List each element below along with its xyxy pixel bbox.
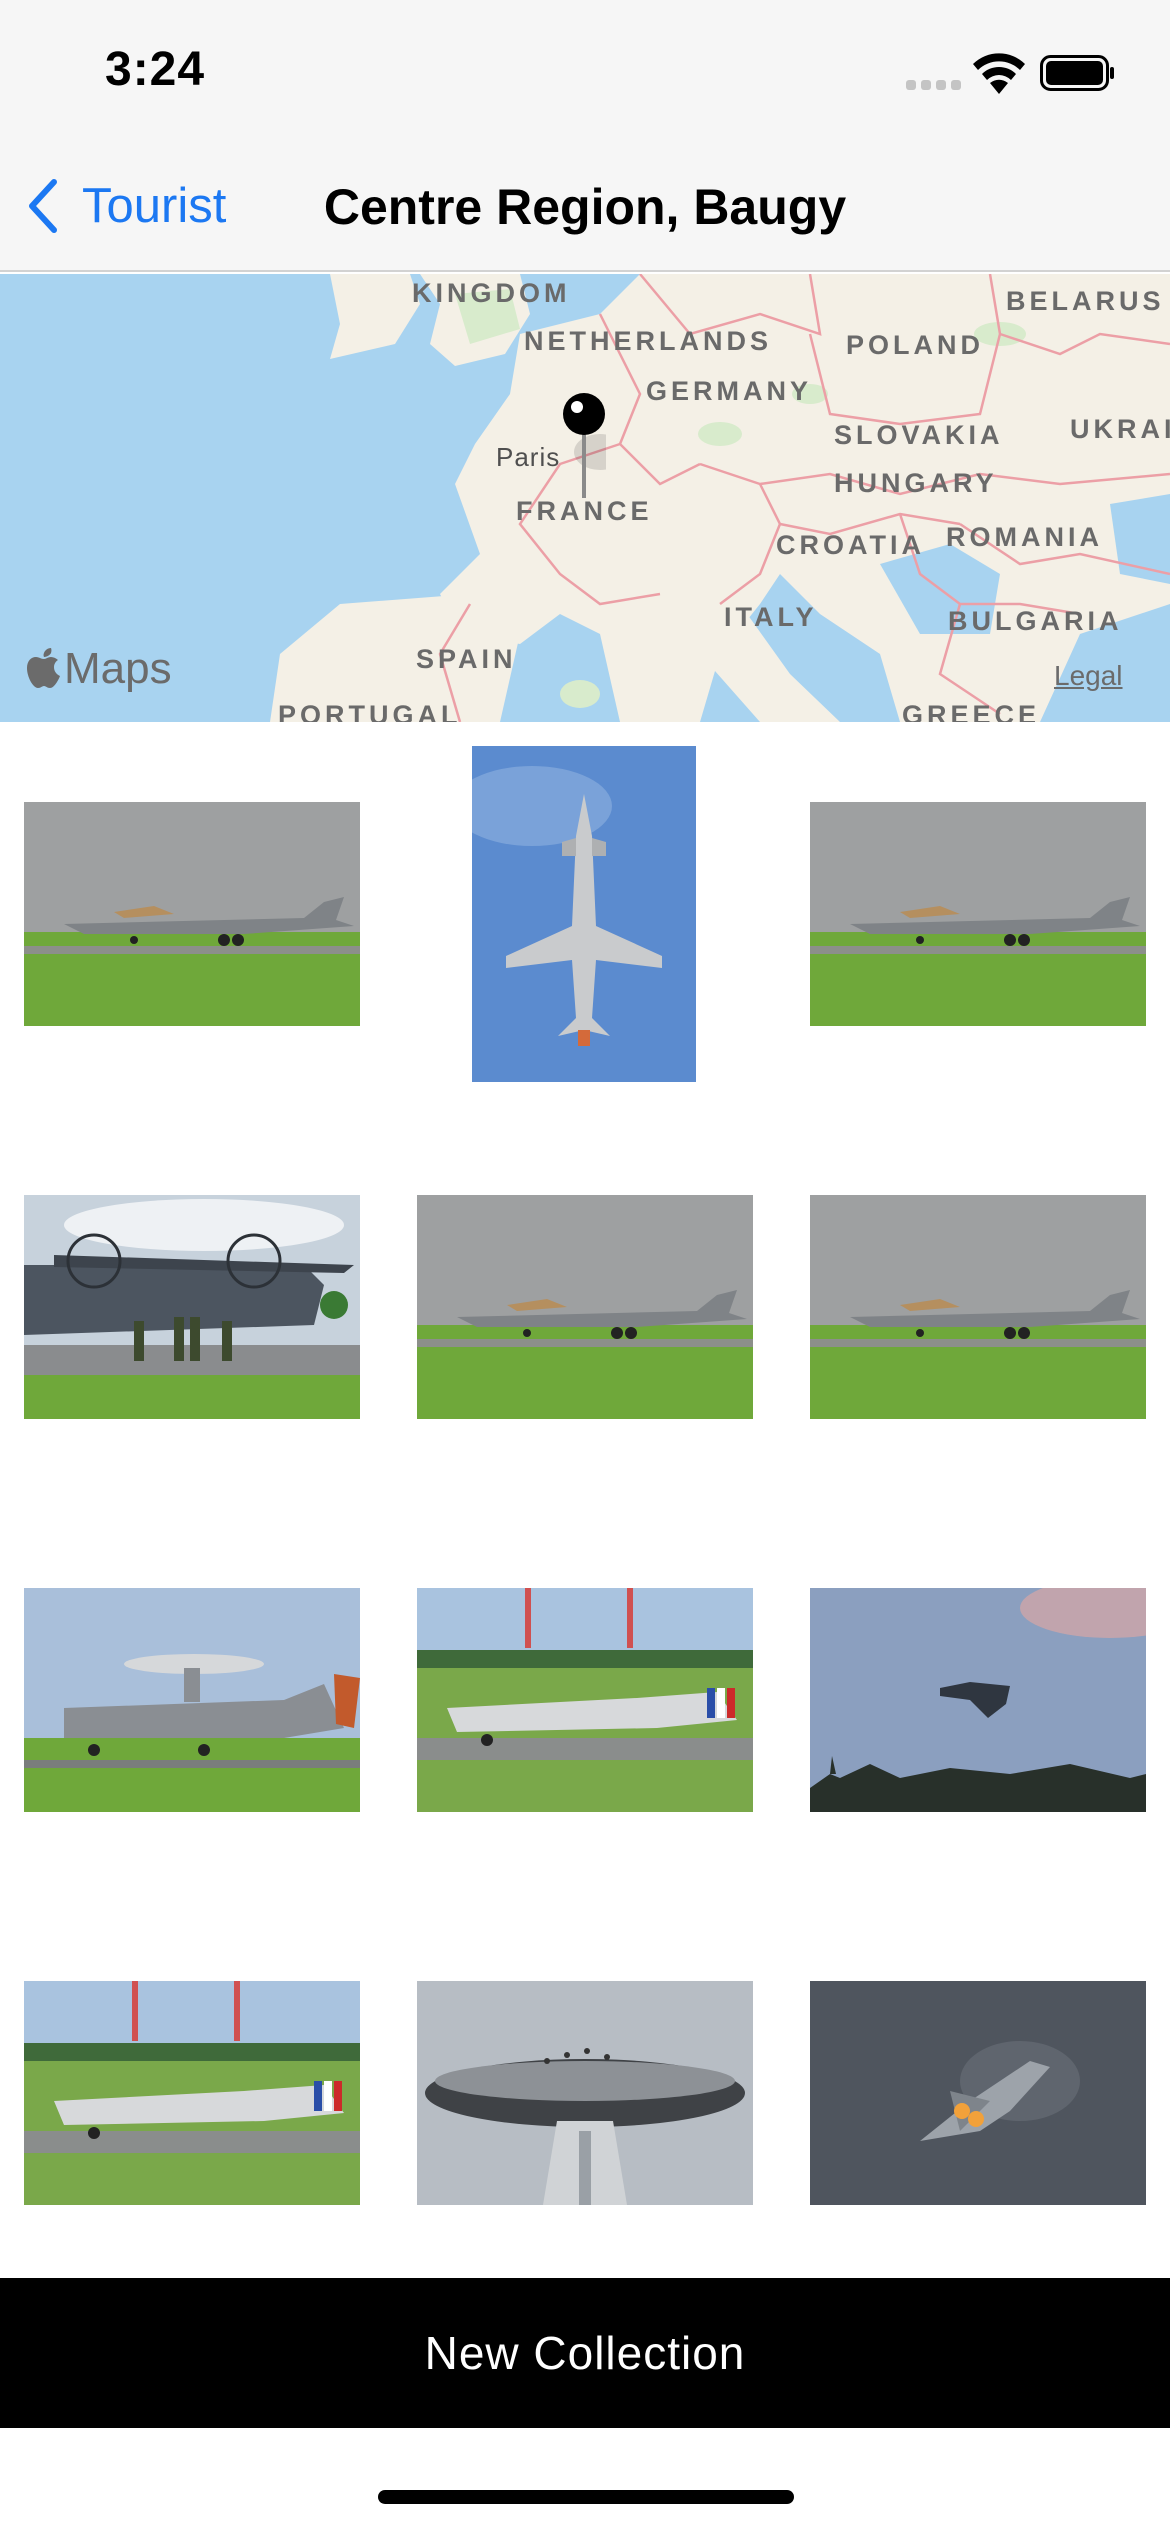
map-label-germany: GERMANY [646, 376, 813, 406]
photo-album-screen: 3:24 Tourist Centre Region, Baugy KINGDO… [0, 0, 1170, 2532]
home-indicator[interactable] [378, 2490, 794, 2504]
wifi-icon [973, 53, 1025, 94]
photo-cell[interactable] [24, 802, 360, 1026]
map-label-ukraine: UKRAI [1070, 414, 1170, 444]
photo-cell[interactable] [417, 1981, 753, 2205]
rafale-taxi-photo [24, 802, 360, 1026]
photo-cell[interactable] [472, 746, 696, 1082]
photo-cell[interactable] [417, 1588, 753, 1812]
photo-cell[interactable] [810, 1588, 1146, 1812]
page-title: Centre Region, Baugy [323, 179, 847, 235]
map-label-kingdom: KINGDOM [412, 278, 571, 308]
map-label-croatia: CROATIA [776, 530, 925, 560]
map-label-portugal: PORTUGAL [278, 700, 462, 722]
a400m-crew-photo [24, 1195, 360, 1419]
photo-cell[interactable] [810, 1195, 1146, 1419]
map-label-italy: ITALY [724, 602, 818, 632]
apple-maps-attribution: Maps [26, 644, 172, 694]
jet-banking-photo [810, 1588, 1146, 1812]
vampire-takeoff-photo [417, 1588, 753, 1812]
rafale-taxi-photo [810, 1195, 1146, 1419]
map-label-belarus: BELARUS [1006, 286, 1165, 316]
photo-cell[interactable] [417, 1195, 753, 1419]
eurofighter-overhead-photo [472, 746, 696, 1082]
map-label-france: FRANCE [516, 496, 653, 526]
new-collection-button[interactable]: New Collection [0, 2278, 1170, 2428]
map-label-greece: GREECE [902, 700, 1041, 722]
photo-cell[interactable] [24, 1588, 360, 1812]
map-label-bulgaria: BULGARIA [948, 606, 1123, 636]
map-legal-link[interactable]: Legal [1054, 660, 1123, 692]
map-label-poland: POLAND [846, 330, 984, 360]
navigation-bar: Tourist Centre Region, Baugy [0, 140, 1170, 272]
apple-logo-icon [27, 648, 60, 688]
status-time: 3:24 [105, 43, 206, 96]
map-label-netherlands: NETHERLANDS [524, 326, 773, 356]
control-tower-photo [417, 1981, 753, 2205]
map-pin-icon[interactable] [562, 392, 606, 500]
rafale-taxi-photo [810, 802, 1146, 1026]
photo-cell[interactable] [810, 1981, 1146, 2205]
status-bar: 3:24 [0, 0, 1170, 140]
rafale-afterburner-photo [810, 1981, 1146, 2205]
map-label-romania: ROMANIA [946, 522, 1103, 552]
map-view[interactable]: KINGDOM NETHERLANDS GERMANY POLAND BELAR… [0, 274, 1170, 722]
rafale-taxi-photo [417, 1195, 753, 1419]
hawkeye-landing-photo [24, 1588, 360, 1812]
photo-cell[interactable] [24, 1195, 360, 1419]
cellular-signal-icon [906, 80, 962, 94]
map-label-spain: SPAIN [416, 644, 517, 674]
vampire-takeoff-photo [24, 1981, 360, 2205]
photo-cell[interactable] [810, 802, 1146, 1026]
map-label-slovakia: SLOVAKIA [834, 420, 1004, 450]
battery-icon [1040, 55, 1114, 91]
map-label-hungary: HUNGARY [834, 468, 998, 498]
photo-cell[interactable] [24, 1981, 360, 2205]
map-label-paris: Paris [496, 442, 561, 472]
maps-attribution-label: Maps [64, 644, 172, 693]
